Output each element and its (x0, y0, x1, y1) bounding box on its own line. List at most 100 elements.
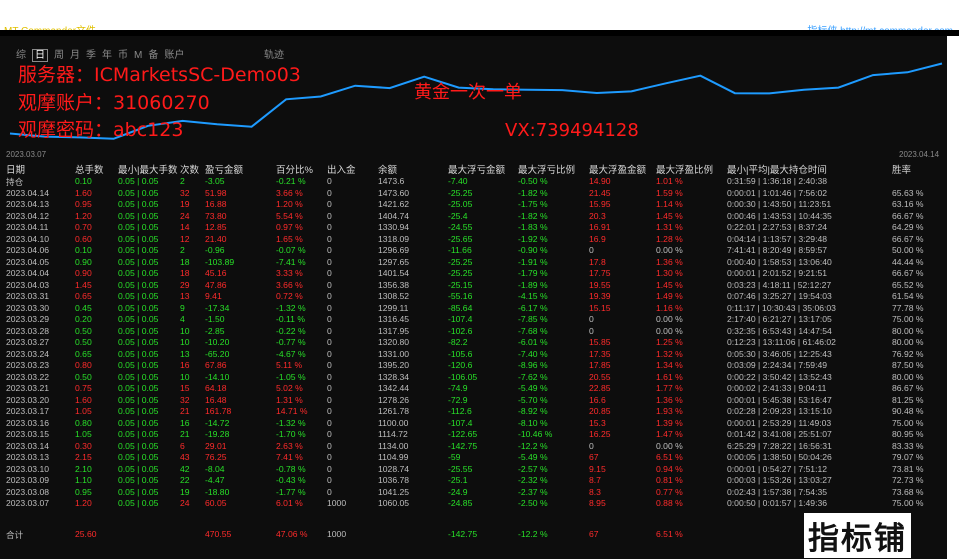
cell-win: 61.54 % (892, 291, 924, 301)
cell-lots: 0.10 (75, 245, 92, 255)
column-header[interactable]: 最小|平均|最大持仓时间 (727, 162, 827, 176)
cell-io: 1000 (327, 529, 347, 539)
column-header[interactable]: 胜率 (892, 162, 911, 176)
cell-pct: -0.07 % (276, 245, 306, 255)
cell-minmax: 0.05 | 0.05 (118, 233, 159, 244)
cell-hold: 0:00:40 | 1:58:53 | 13:06:40 (727, 256, 832, 267)
table-row[interactable]: 2023.04.14 1.60 0.05 | 0.05 32 51.98 3.66 % 0 1… (0, 188, 947, 200)
cell-maxflp: -12.2 % (518, 440, 548, 451)
column-header[interactable]: 次数 (180, 162, 199, 176)
cell-minmax: 0.05 | 0.05 (118, 498, 159, 508)
cell-maxfl: -82.2 (448, 337, 468, 347)
column-header[interactable]: 总手数 (75, 162, 104, 176)
table-row[interactable]: 2023.04.13 0.95 0.05 | 0.05 19 16.88 1.20 % 0 1… (0, 199, 947, 211)
chart-end-date: 2023.04.14 (899, 150, 940, 159)
cell-pl: 76.25 (205, 452, 227, 462)
column-header[interactable]: 百分比% (276, 162, 313, 176)
table-row[interactable]: 2023.04.05 0.90 0.05 | 0.05 18 -103.89 -7.41 … (0, 257, 947, 269)
column-header[interactable]: 最小|最大手数 (118, 162, 177, 176)
cell-maxfl: -112.6 (448, 406, 472, 416)
cell-maxfp: 0 (589, 245, 594, 255)
cell-hold: 0:00:30 | 1:43:50 | 11:23:51 (727, 199, 832, 209)
table-row[interactable]: 2023.03.13 2.15 0.05 | 0.05 43 76.25 7.41 % 0 1… (0, 452, 947, 464)
position-row[interactable]: 持仓 0.10 0.05 | 0.05 2 -3.05 -0.21 % 0 1473.6 -7.… (0, 176, 947, 188)
table-row[interactable]: 2023.03.30 0.45 0.05 | 0.05 9 -17.34 -1.32 % 0… (0, 303, 947, 315)
table-row[interactable]: 2023.03.09 1.10 0.05 | 0.05 22 -4.47 -0.43 % 0… (0, 475, 947, 487)
cell-bal: 1134.00 (378, 440, 409, 451)
table-row[interactable]: 2023.03.17 1.05 0.05 | 0.05 21 161.78 14.71 %… (0, 406, 947, 418)
table-row[interactable]: 2023.04.10 0.60 0.05 | 0.05 12 21.40 1.65 % 0 1… (0, 234, 947, 246)
cell-maxfpp: 0.88 % (656, 498, 683, 508)
table-row[interactable]: 2023.03.08 0.95 0.05 | 0.05 19 -18.80 -1.77 %… (0, 487, 947, 499)
cell-pct: 3.66 % (276, 279, 303, 290)
table-row[interactable]: 2023.03.15 1.05 0.05 | 0.05 21 -19.28 -1.70 %… (0, 429, 947, 441)
cell-win: 66.67 % (892, 268, 924, 278)
table-row[interactable]: 2023.03.22 0.50 0.05 | 0.05 10 -14.10 -1.05 %… (0, 372, 947, 384)
cell-io: 0 (327, 268, 332, 278)
table-row[interactable]: 2023.03.16 0.80 0.05 | 0.05 16 -14.72 -1.32 %… (0, 418, 947, 430)
column-header[interactable]: 最大浮盈金额 (589, 162, 646, 176)
cell-win: 73.81 % (892, 463, 924, 474)
cell-hold: 0:02:28 | 2:09:23 | 13:15:10 (727, 406, 832, 416)
table-row[interactable]: 2023.03.07 1.20 0.05 | 0.05 24 60.05 6.01 % 10… (0, 498, 947, 510)
table-row[interactable]: 2023.04.12 1.20 0.05 | 0.05 24 73.80 5.54 % 0 1… (0, 211, 947, 223)
cell-io: 0 (327, 302, 332, 313)
cell-bal: 1401.54 (378, 268, 410, 278)
cell-lots: 0.65 (75, 291, 92, 301)
cell-hold: 6:25:29 | 7:28:22 | 16:56:31 (727, 440, 832, 451)
cell-minmax: 0.05 | 0.05 (118, 486, 159, 497)
cell-hold: 0:00:01 | 2:53:29 | 11:49:03 (727, 417, 832, 428)
table-row[interactable]: 2023.04.11 0.70 0.05 | 0.05 14 12.85 0.97 % 0 1… (0, 222, 947, 234)
cell-minmax: 0.05 | 0.05 (118, 475, 159, 485)
table-row[interactable]: 2023.03.20 1.60 0.05 | 0.05 32 16.48 1.31 % 0 1… (0, 395, 947, 407)
column-header[interactable]: 最大浮亏比例 (518, 162, 575, 176)
cell-io: 0 (327, 486, 332, 497)
cell-minmax: 0.05 | 0.05 (118, 199, 159, 209)
cell-maxfpp: 1.30 % (656, 268, 683, 278)
column-header[interactable]: 出入金 (327, 162, 356, 176)
chart-start-date: 2023.03.07 (6, 150, 47, 159)
cell-count: 22 (180, 475, 190, 485)
table-row[interactable]: 2023.03.31 0.65 0.05 | 0.05 13 9.41 0.72 % 0 13… (0, 291, 947, 303)
cell-maxfl: -85.64 (448, 302, 473, 313)
cell-maxflp: -5.70 % (518, 394, 548, 405)
cell-count: 32 (180, 394, 190, 405)
cell-bal: 1328.34 (378, 371, 410, 382)
cell-date: 2023.03.13 (6, 452, 50, 462)
cell-pl: 67.86 (205, 360, 227, 370)
cell-hold: 0:32:35 | 6:53:43 | 14:47:54 (727, 325, 832, 336)
cell-date: 合计 (6, 530, 24, 540)
cell-io: 0 (327, 348, 332, 359)
cell-io: 0 (327, 199, 332, 209)
cell-pl: -18.80 (205, 486, 230, 497)
cell-maxfp: 20.3 (589, 210, 606, 221)
column-header[interactable]: 最大浮亏金额 (448, 162, 505, 176)
table-row[interactable]: 2023.04.03 1.45 0.05 | 0.05 29 47.86 3.66 % 0 1… (0, 280, 947, 292)
cell-pct: 7.41 % (276, 452, 303, 462)
table-row[interactable]: 2023.04.06 0.10 0.05 | 0.05 2 -0.96 -0.07 % 0 1… (0, 245, 947, 257)
cell-lots: 2.10 (75, 463, 92, 474)
table-row[interactable]: 2023.03.29 0.20 0.05 | 0.05 4 -1.50 -0.11 % 0 1… (0, 314, 947, 326)
cell-date: 2023.04.13 (6, 199, 50, 209)
cell-io: 0 (327, 394, 332, 405)
column-header[interactable]: 盈亏金额 (205, 162, 243, 176)
cell-bal: 1317.95 (378, 325, 410, 336)
table-row[interactable]: 2023.03.24 0.65 0.05 | 0.05 13 -65.20 -4.67 %… (0, 349, 947, 361)
table-row[interactable]: 2023.03.28 0.50 0.05 | 0.05 10 -2.85 -0.22 % 0… (0, 326, 947, 338)
column-header[interactable]: 最大浮盈比例 (656, 162, 713, 176)
cell-maxfpp: 1.16 % (656, 302, 683, 313)
table-row[interactable]: 2023.03.14 0.30 0.05 | 0.05 6 29.01 2.63 % 0 11… (0, 441, 947, 453)
table-row[interactable]: 2023.03.27 0.50 0.05 | 0.05 10 -10.20 -0.77 %… (0, 337, 947, 349)
table-row[interactable]: 2023.04.04 0.90 0.05 | 0.05 18 45.16 3.33 % 0 1… (0, 268, 947, 280)
cell-pct: -0.21 % (276, 176, 306, 186)
table-row[interactable]: 2023.03.21 0.75 0.05 | 0.05 15 64.18 5.02 % 0 1… (0, 383, 947, 395)
cell-date: 2023.04.11 (6, 222, 49, 232)
cell-win: 90.48 % (892, 406, 924, 416)
column-header[interactable]: 日期 (6, 162, 25, 176)
cell-pct: 3.33 % (276, 268, 303, 278)
cell-io: 0 (327, 475, 332, 485)
column-header[interactable]: 余额 (378, 162, 397, 176)
cell-maxfp: 20.85 (589, 406, 611, 416)
table-row[interactable]: 2023.03.10 2.10 0.05 | 0.05 42 -8.04 -0.78 % 0… (0, 464, 947, 476)
table-row[interactable]: 2023.03.23 0.80 0.05 | 0.05 16 67.86 5.11 % 0 1… (0, 360, 947, 372)
